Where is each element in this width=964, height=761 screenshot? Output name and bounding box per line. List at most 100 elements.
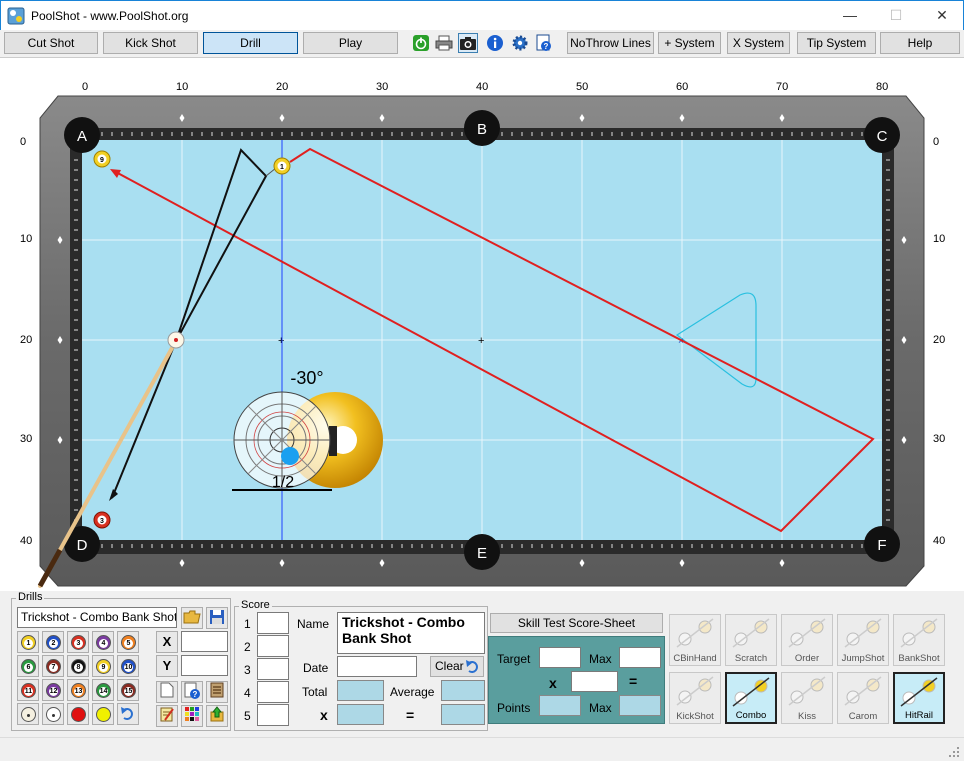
- close-button[interactable]: ✕: [919, 1, 964, 30]
- score-row-3-field[interactable]: [257, 658, 289, 680]
- ball-button[interactable]: [17, 703, 39, 725]
- ball-10-button[interactable]: 10: [117, 655, 139, 677]
- tip-system-button[interactable]: Tip System: [797, 32, 876, 54]
- pocket-c[interactable]: C: [864, 117, 900, 153]
- max-field[interactable]: [619, 647, 661, 668]
- drill-type-order[interactable]: Order: [781, 614, 833, 666]
- export-button[interactable]: [206, 705, 228, 727]
- pocket-e[interactable]: E: [464, 534, 500, 570]
- skill-test-score-sheet-button[interactable]: Skill Test Score-Sheet: [490, 613, 663, 633]
- score-row-5-field[interactable]: [257, 704, 289, 726]
- drill-type-cbinhand[interactable]: CBinHand: [669, 614, 721, 666]
- camera-icon[interactable]: [458, 33, 478, 53]
- kick-shot-tab[interactable]: Kick Shot: [103, 32, 198, 54]
- pool-table[interactable]: A B CD E F × + + 9 1 3 1/2 -30°: [0, 58, 964, 592]
- drill-type-hitrail[interactable]: HitRail: [893, 672, 945, 724]
- drill-list-button[interactable]: [206, 681, 228, 703]
- drill-help-button[interactable]: ?: [181, 681, 203, 703]
- ball-9[interactable]: 9: [93, 150, 111, 168]
- score-row-1-field[interactable]: [257, 612, 289, 634]
- drill-type-bankshot[interactable]: BankShot: [893, 614, 945, 666]
- resize-grip-icon[interactable]: [948, 746, 960, 758]
- ball-4-button[interactable]: 4: [92, 631, 114, 653]
- ball-9-button[interactable]: 9: [92, 655, 114, 677]
- drill-type-jumpshot[interactable]: JumpShot: [837, 614, 889, 666]
- ball-15-icon: 15: [121, 683, 136, 698]
- score-row-2-field[interactable]: [257, 635, 289, 657]
- drill-name-field[interactable]: Trickshot - Combo Bank Shot: [17, 607, 177, 628]
- target-field[interactable]: [539, 647, 581, 668]
- ball-3-button[interactable]: 3: [67, 631, 89, 653]
- new-drill-button[interactable]: [156, 681, 178, 703]
- list-icon: [210, 682, 224, 698]
- drill-type-icon: [844, 676, 882, 706]
- multiply-label: x: [320, 707, 328, 723]
- date-field[interactable]: [337, 656, 417, 677]
- drill-type-carom[interactable]: Carom: [837, 672, 889, 724]
- drill-type-kickshot[interactable]: KickShot: [669, 672, 721, 724]
- help-button[interactable]: Help: [880, 32, 960, 54]
- nothrow-lines-button[interactable]: NoThrow Lines: [567, 32, 654, 54]
- edit-notes-button[interactable]: [156, 705, 178, 727]
- ball-1-button[interactable]: 1: [17, 631, 39, 653]
- ball-6-button[interactable]: 6: [17, 655, 39, 677]
- ball-12-button[interactable]: 12: [42, 679, 64, 701]
- plus-system-button[interactable]: + System: [658, 32, 721, 54]
- skill-test-panel: Target Max x = Points Max: [488, 636, 665, 724]
- drill-type-icon: [788, 676, 826, 706]
- help-document-icon[interactable]: ?: [534, 33, 554, 53]
- svg-text:?: ?: [544, 42, 549, 51]
- play-tab[interactable]: Play: [303, 32, 398, 54]
- ball-7-button[interactable]: 7: [42, 655, 64, 677]
- info-icon[interactable]: [485, 33, 505, 53]
- clear-button[interactable]: Clear: [430, 656, 484, 677]
- color-palette-button[interactable]: [181, 705, 203, 727]
- pocket-f[interactable]: F: [864, 526, 900, 562]
- ball-14-button[interactable]: 14: [92, 679, 114, 701]
- ball-4-icon: 4: [96, 635, 111, 650]
- drill-type-label: JumpShot: [841, 653, 885, 664]
- drill-type-kiss[interactable]: Kiss: [781, 672, 833, 724]
- ball-button[interactable]: [42, 703, 64, 725]
- ball-3[interactable]: 3: [93, 511, 111, 529]
- ball-11-button[interactable]: 11: [17, 679, 39, 701]
- minimize-button[interactable]: —: [827, 1, 873, 30]
- drill-type-label: Kiss: [798, 711, 816, 722]
- undo-ball-button[interactable]: [117, 703, 139, 725]
- ball-15-button[interactable]: 15: [117, 679, 139, 701]
- drill-type-combo[interactable]: Combo: [725, 672, 777, 724]
- pocket-b[interactable]: B: [464, 110, 500, 146]
- drill-type-scratch[interactable]: Scratch: [725, 614, 777, 666]
- open-folder-button[interactable]: [181, 607, 203, 629]
- power-icon[interactable]: [411, 33, 431, 53]
- ball-13-button[interactable]: 13: [67, 679, 89, 701]
- x-system-button[interactable]: X System: [727, 32, 790, 54]
- ball-8-button[interactable]: 8: [67, 655, 89, 677]
- printer-icon[interactable]: [434, 33, 454, 53]
- y-coord-field[interactable]: [181, 655, 228, 676]
- score-name-field[interactable]: Trickshot - Combo Bank Shot: [337, 612, 485, 654]
- x-coord-label: X: [156, 631, 178, 653]
- ball-button[interactable]: [67, 703, 89, 725]
- drill-type-label: BankShot: [898, 653, 940, 664]
- multiplier-field[interactable]: [571, 671, 618, 692]
- ball-1[interactable]: 1: [273, 157, 291, 175]
- ball-2-button[interactable]: 2: [42, 631, 64, 653]
- score-group-label: Score: [239, 599, 272, 611]
- pool-table-area[interactable]: 0 10 20 30 40 50 60 70 80 0 10 20 30 40 …: [0, 57, 964, 591]
- pocket-a[interactable]: A: [64, 117, 100, 153]
- score-row-label: 3: [244, 663, 251, 677]
- svg-text:3: 3: [100, 518, 104, 525]
- drill-tab[interactable]: Drill: [203, 32, 298, 54]
- ball-icon: [96, 707, 111, 722]
- cue-ball[interactable]: [167, 331, 185, 349]
- gear-icon[interactable]: [510, 33, 530, 53]
- maximize-button[interactable]: ☐: [873, 1, 919, 30]
- x-coord-field[interactable]: [181, 631, 228, 652]
- score-row-4-field[interactable]: [257, 681, 289, 703]
- cut-shot-tab[interactable]: Cut Shot: [4, 32, 98, 54]
- ball-12-icon: 12: [46, 683, 61, 698]
- ball-button[interactable]: [92, 703, 114, 725]
- save-button[interactable]: [206, 607, 228, 629]
- ball-5-button[interactable]: 5: [117, 631, 139, 653]
